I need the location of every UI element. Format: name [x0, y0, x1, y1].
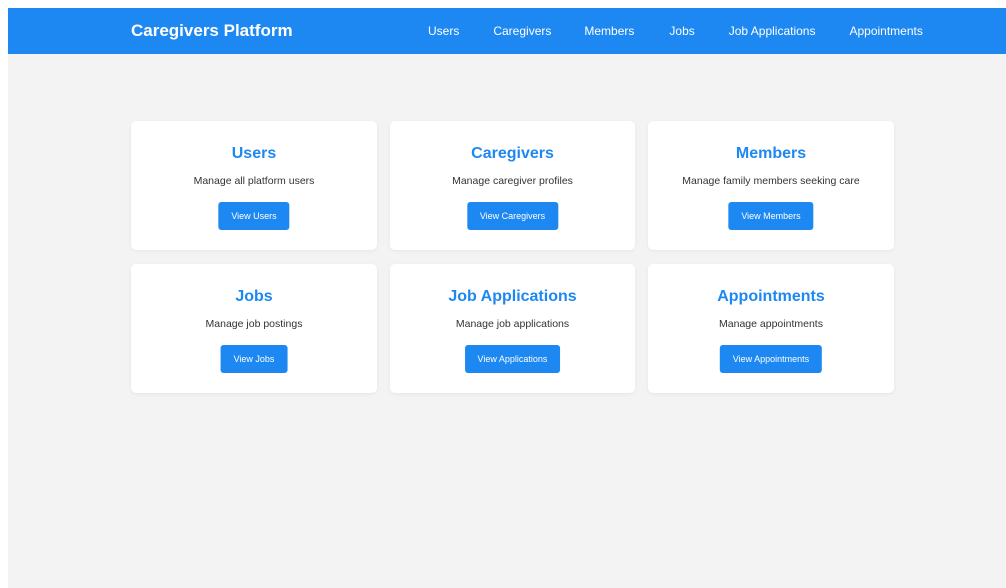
card-title: Caregivers [471, 145, 554, 162]
navbar: Caregivers Platform Users Caregivers Mem… [8, 8, 1006, 54]
view-applications-button[interactable]: View Applications [464, 345, 561, 373]
card-title: Users [231, 145, 277, 162]
view-appointments-button[interactable]: View Appointments [719, 345, 823, 373]
card-users: Users Manage all platform users View Use… [131, 121, 377, 250]
card-jobs: Jobs Manage job postings View Jobs [131, 264, 377, 393]
view-members-button[interactable]: View Members [728, 202, 814, 230]
dashboard-grid: Users Manage all platform users View Use… [131, 121, 895, 393]
card-description: Manage all platform users [193, 175, 315, 187]
card-members: Members Manage family members seeking ca… [648, 121, 894, 250]
nav-link-job-applications[interactable]: Job Applications [729, 23, 816, 39]
card-description: Manage family members seeking care [682, 175, 860, 187]
card-job-applications: Job Applications Manage job applications… [390, 264, 635, 393]
card-description: Manage caregiver profiles [452, 175, 573, 187]
nav-link-jobs[interactable]: Jobs [669, 23, 694, 39]
nav-link-appointments[interactable]: Appointments [849, 23, 922, 39]
card-title: Members [735, 145, 807, 162]
card-description: Manage appointments [719, 318, 823, 330]
page: Caregivers Platform Users Caregivers Mem… [8, 8, 1006, 588]
card-description: Manage job postings [205, 318, 303, 330]
view-caregivers-button[interactable]: View Caregivers [466, 202, 559, 230]
card-description: Manage job applications [455, 318, 570, 330]
card-title: Job Applications [448, 288, 577, 305]
nav-link-caregivers[interactable]: Caregivers [493, 23, 551, 39]
card-title: Jobs [235, 288, 273, 305]
card-title: Appointments [717, 288, 825, 305]
nav-link-members[interactable]: Members [584, 23, 634, 39]
nav-links: Users Caregivers Members Jobs Job Applic… [428, 23, 923, 39]
view-users-button[interactable]: View Users [218, 202, 290, 230]
brand-logo-text[interactable]: Caregivers Platform [131, 21, 293, 41]
card-appointments: Appointments Manage appointments View Ap… [648, 264, 894, 393]
view-jobs-button[interactable]: View Jobs [220, 345, 288, 373]
nav-link-users[interactable]: Users [428, 23, 459, 39]
card-caregivers: Caregivers Manage caregiver profiles Vie… [390, 121, 635, 250]
